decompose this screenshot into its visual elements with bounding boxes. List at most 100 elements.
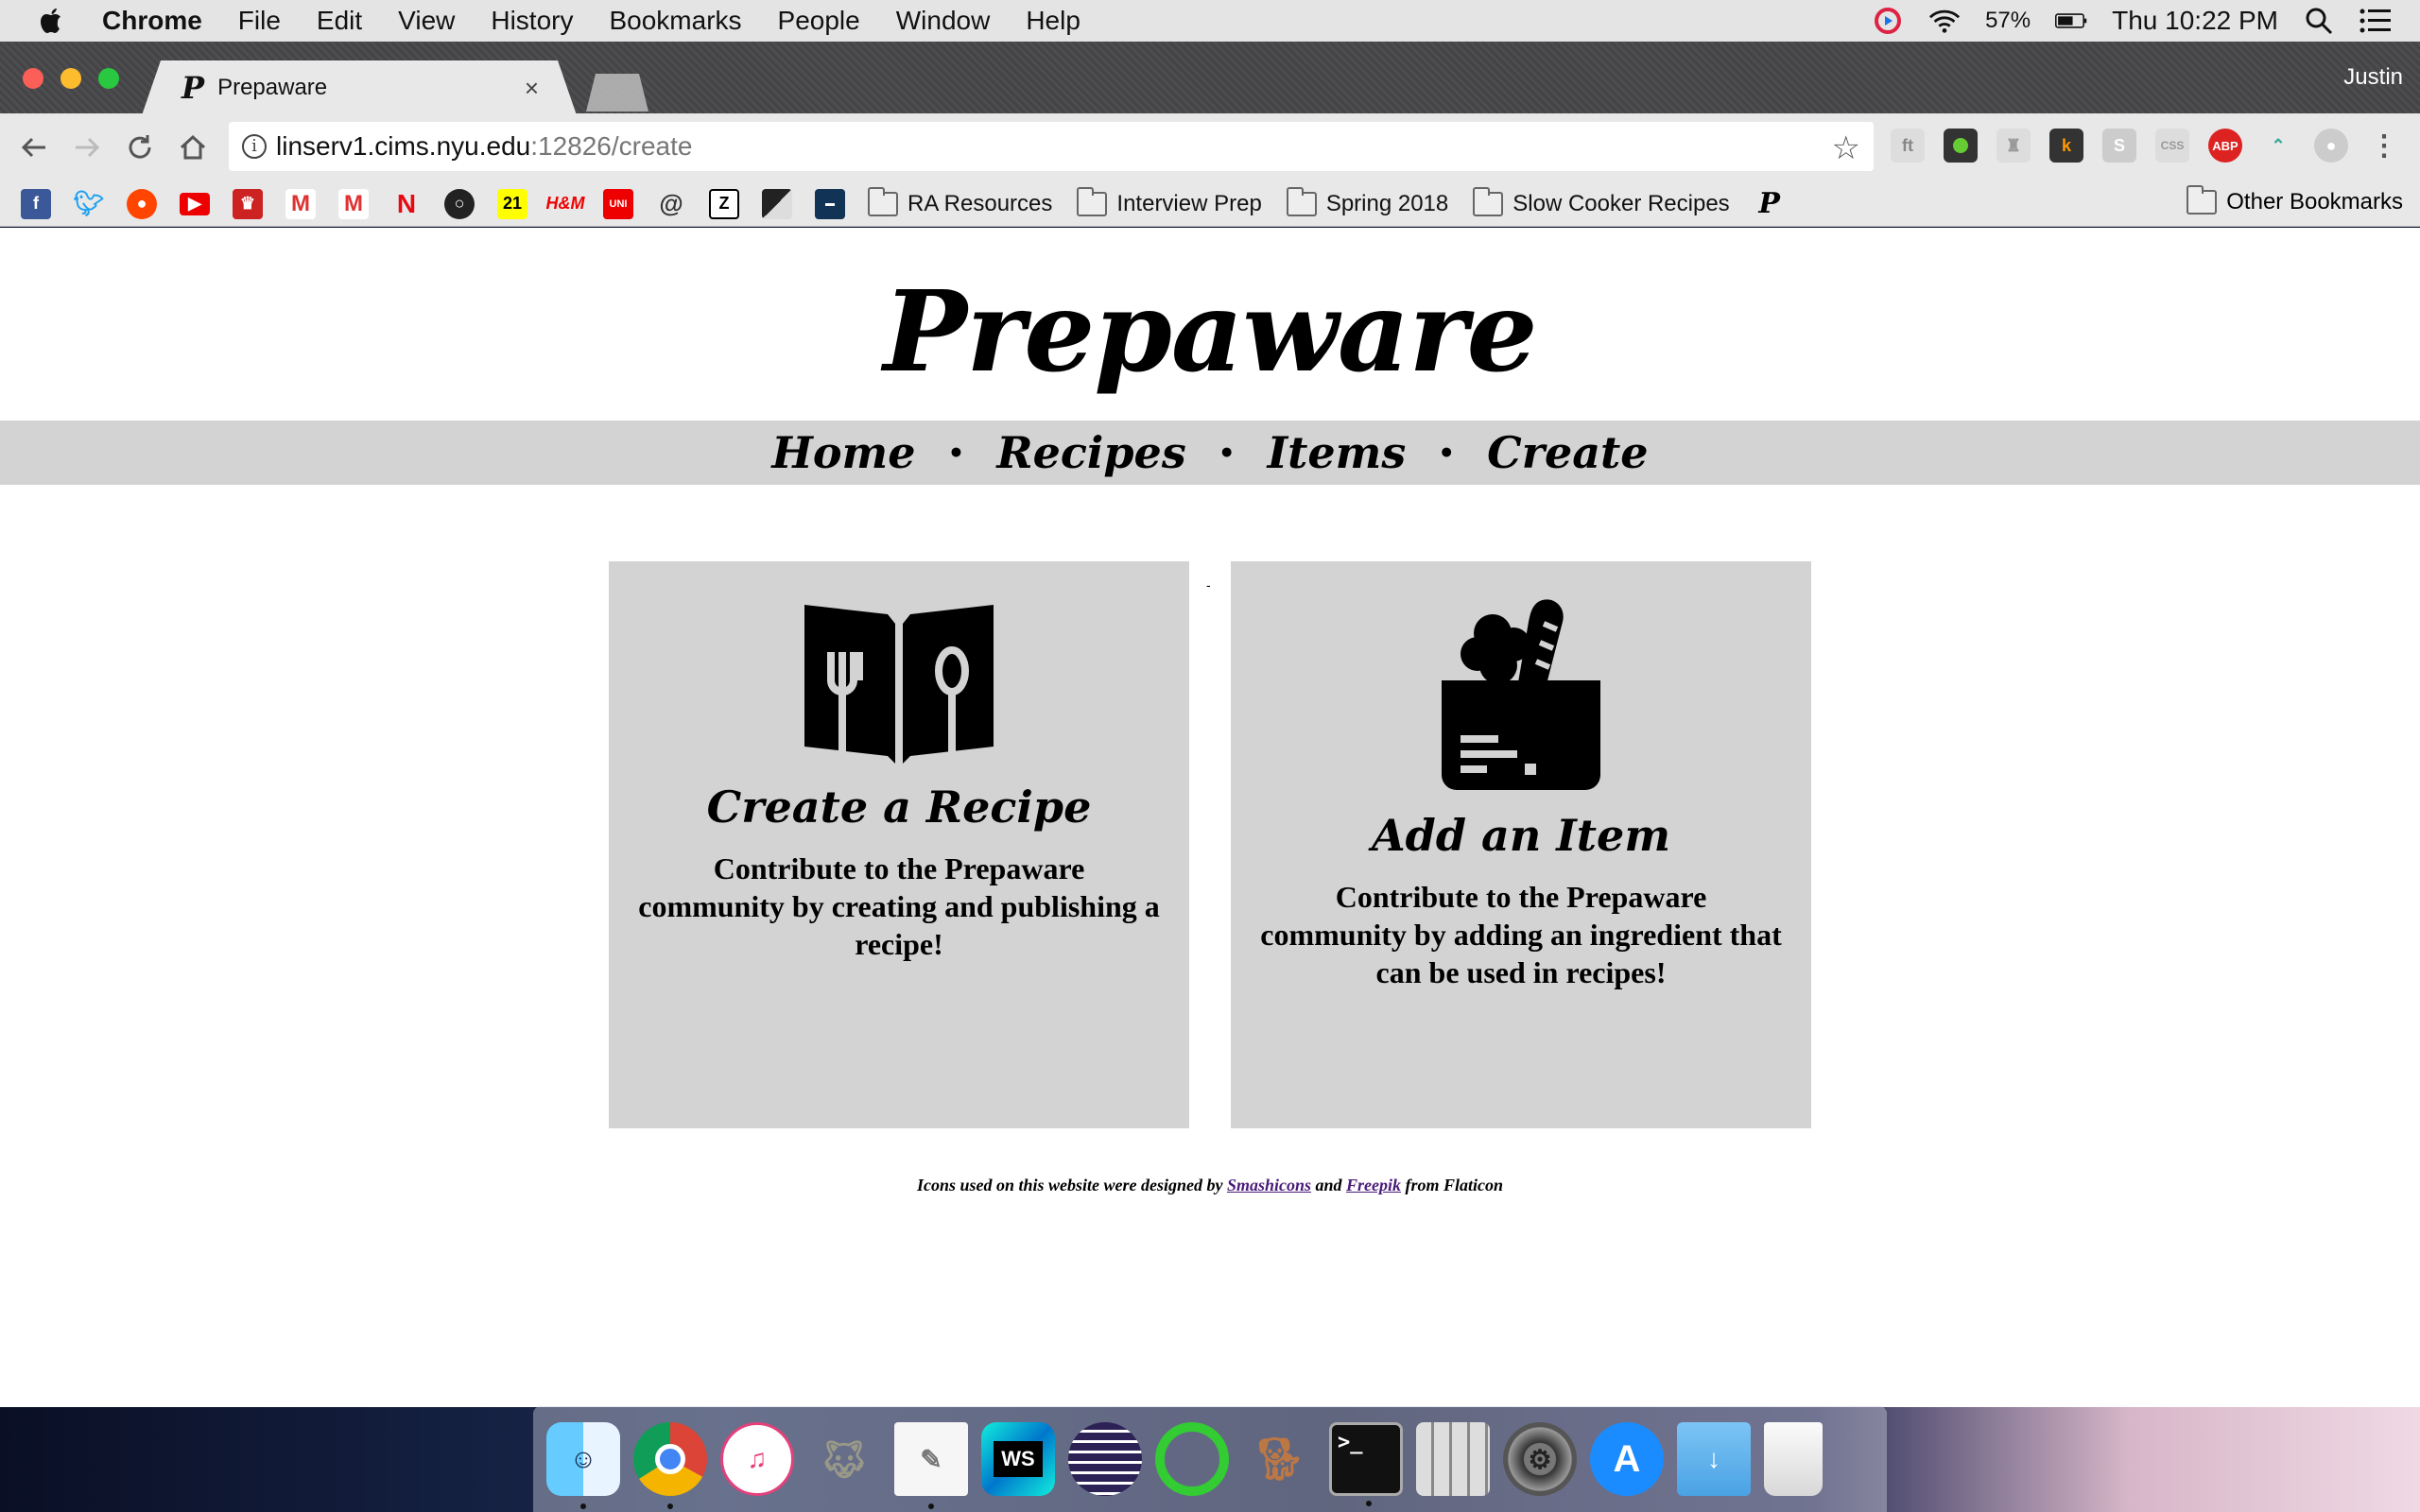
nav-create[interactable]: Create (1487, 427, 1648, 478)
uniqlo-icon[interactable]: UNI (603, 188, 633, 219)
dock: ☺ ♫ 🐺︎ ✎ WS 🐕︎ >_ ⚙ A ↓ (533, 1406, 1887, 1512)
ring-app-icon[interactable] (1155, 1422, 1229, 1496)
blue-badge-icon[interactable]: ▬ (815, 188, 845, 219)
extension-s-icon[interactable]: S (2102, 129, 2136, 163)
profile-button[interactable]: Justin (2343, 64, 2403, 91)
add-item-title: Add an Item (1371, 810, 1670, 861)
freepik-link[interactable]: Freepik (1346, 1176, 1401, 1194)
menu-history[interactable]: History (491, 6, 573, 36)
extension-chess-icon[interactable]: ♜ (1996, 129, 2031, 163)
tab-prepaware[interactable]: P Prepaware × (142, 60, 577, 115)
other-bookmarks[interactable]: Other Bookmarks (2187, 185, 2403, 215)
nav-recipes[interactable]: Recipes (996, 427, 1185, 478)
spotlight-search-icon[interactable] (2303, 7, 2335, 35)
sequel-dog-icon[interactable]: 🐕︎ (1242, 1422, 1316, 1496)
battery-icon[interactable] (2055, 7, 2087, 35)
tab-close-icon[interactable]: × (525, 74, 539, 103)
gmail-2-icon[interactable]: M (338, 188, 369, 219)
create-recipe-title: Create a Recipe (706, 782, 1092, 833)
notification-center-icon[interactable] (2360, 7, 2392, 35)
new-tab-button[interactable] (586, 74, 648, 112)
circle-o-icon[interactable]: ○ (444, 188, 475, 219)
credits-mid: and (1315, 1176, 1342, 1194)
credits-suffix: from Flaticon (1405, 1176, 1504, 1194)
window-zoom-button[interactable] (98, 68, 119, 89)
smashicons-link[interactable]: Smashicons (1227, 1176, 1311, 1194)
create-recipe-card[interactable]: Create a Recipe Contribute to the Prepaw… (609, 561, 1189, 1128)
extension-fontface-icon[interactable]: ft (1891, 129, 1925, 163)
youtube-icon[interactable]: ▶ (180, 192, 210, 215)
gimp-icon[interactable]: 🐺︎ (807, 1422, 881, 1496)
eclipse-icon[interactable] (1068, 1422, 1142, 1496)
chrome-menu-icon[interactable]: ⋮ (2367, 129, 2401, 163)
forward-arrow-icon (76, 137, 100, 158)
bookmark-star-icon[interactable]: ☆ (1832, 129, 1860, 167)
twentyone-icon[interactable]: 21 (497, 188, 527, 219)
gmail-icon[interactable]: M (285, 188, 316, 219)
facebook-icon[interactable]: f (21, 188, 51, 219)
site-info-icon[interactable]: i (242, 134, 267, 159)
nav-home[interactable]: Home (771, 427, 915, 478)
apple-icon[interactable] (36, 5, 68, 37)
prepaware-bookmark-icon[interactable]: P (1754, 187, 1785, 220)
address-bar[interactable]: i linserv1.cims.nyu.edu:12826/create ☆ (229, 122, 1874, 171)
extension-reddit-icon[interactable]: ● (2314, 129, 2348, 163)
folder-label: RA Resources (908, 190, 1053, 216)
app-store-icon[interactable]: A (1590, 1422, 1664, 1496)
window-minimize-button[interactable] (60, 68, 81, 89)
calculator-icon[interactable] (1416, 1422, 1490, 1496)
twitter-icon[interactable]: 🐦︎ (74, 189, 105, 219)
menu-file[interactable]: File (238, 6, 281, 36)
bookmark-folder-interview-prep[interactable]: Interview Prep (1077, 186, 1262, 217)
trash-icon[interactable] (1764, 1422, 1823, 1496)
menu-people[interactable]: People (778, 6, 860, 36)
terminal-icon[interactable]: >_ (1329, 1422, 1403, 1506)
half-square-icon[interactable] (762, 188, 792, 219)
reddit-icon[interactable]: ● (127, 188, 157, 219)
downloads-folder-icon[interactable]: ↓ (1677, 1422, 1751, 1496)
menu-app-chrome[interactable]: Chrome (102, 6, 202, 36)
menu-clock[interactable]: Thu 10:22 PM (2112, 6, 2278, 36)
create-recipe-text: Contribute to the Prepaware community by… (638, 851, 1160, 961)
textedit-icon[interactable]: ✎ (894, 1422, 968, 1509)
extension-chart-icon[interactable]: ⌃ (2261, 129, 2295, 163)
extension-css-icon[interactable]: CSS (2155, 129, 2189, 163)
icon-credits: Icons used on this website were designed… (0, 1176, 2420, 1195)
nav-separator: • (947, 437, 965, 469)
menu-edit[interactable]: Edit (317, 6, 362, 36)
forward-button[interactable] (68, 129, 106, 166)
itunes-icon[interactable]: ♫ (720, 1422, 794, 1496)
finder-icon[interactable]: ☺ (546, 1422, 620, 1509)
home-button[interactable] (174, 129, 212, 166)
nav-items[interactable]: Items (1268, 427, 1407, 478)
zara-z-icon[interactable]: Z (709, 188, 739, 219)
wifi-icon[interactable] (1928, 7, 1961, 35)
site-nav: Home • Recipes • Items • Create (0, 421, 2420, 485)
bookmark-folder-ra-resources[interactable]: RA Resources (868, 186, 1053, 217)
menu-help[interactable]: Help (1026, 6, 1080, 36)
extension-k-icon[interactable]: k (2049, 129, 2083, 163)
menu-bookmarks[interactable]: Bookmarks (609, 6, 741, 36)
back-button[interactable] (15, 129, 53, 166)
window-close-button[interactable] (23, 68, 43, 89)
reload-icon (129, 135, 151, 159)
menu-window[interactable]: Window (896, 6, 991, 36)
system-preferences-icon[interactable]: ⚙ (1503, 1422, 1577, 1496)
screen-record-icon[interactable] (1872, 7, 1904, 35)
menu-view[interactable]: View (398, 6, 455, 36)
webstorm-icon[interactable]: WS (981, 1422, 1055, 1496)
reload-button[interactable] (121, 129, 159, 166)
netflix-icon[interactable]: N (391, 189, 422, 219)
add-item-card[interactable]: Add an Item Contribute to the Prepaware … (1231, 561, 1811, 1128)
extension-green-dot-icon[interactable] (1944, 129, 1978, 163)
bookmarks-bar: f 🐦︎ ● ▶ ♛ M M N ○ 21 H&M UNI @ Z ▬ RA R… (0, 181, 2420, 227)
bookmark-folder-spring-2018[interactable]: Spring 2018 (1286, 186, 1448, 217)
crown-icon[interactable]: ♛ (233, 188, 263, 219)
url-host: linserv1.cims.nyu.edu (276, 131, 531, 161)
add-item-text: Contribute to the Prepaware community by… (1260, 880, 1782, 989)
at-sign-icon[interactable]: @ (656, 189, 686, 219)
extension-adblock-plus-icon[interactable]: ABP (2208, 129, 2242, 163)
chrome-icon[interactable] (633, 1422, 707, 1509)
hm-icon[interactable]: H&M (546, 189, 585, 219)
bookmark-folder-slow-cooker[interactable]: Slow Cooker Recipes (1473, 186, 1730, 217)
